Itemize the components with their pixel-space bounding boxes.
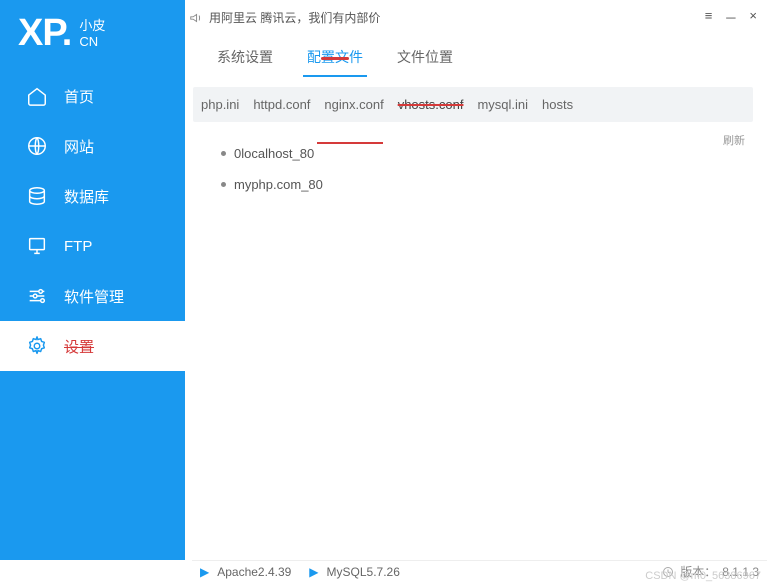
announce-icon xyxy=(189,11,203,25)
home-icon xyxy=(26,85,48,107)
refresh-button[interactable]: 刷新 xyxy=(723,132,745,148)
sliders-icon xyxy=(26,285,48,307)
sidebar-item-settings[interactable]: 设置 xyxy=(0,321,185,371)
config-file-tabs: php.ini httpd.conf nginx.conf vhosts.con… xyxy=(193,87,753,122)
play-icon: ▶ xyxy=(309,565,318,579)
sidebar-item-label: 网站 xyxy=(64,136,94,157)
gear-icon xyxy=(26,335,48,357)
list-item[interactable]: myphp.com_80 xyxy=(221,169,749,200)
window-controls: ≡ － × xyxy=(705,8,757,27)
tab-file-location[interactable]: 文件位置 xyxy=(397,47,453,77)
subtab-php-ini[interactable]: php.ini xyxy=(201,97,239,112)
subtab-vhosts-conf[interactable]: vhosts.conf xyxy=(398,97,464,112)
list-item[interactable]: 0localhost_80 xyxy=(221,138,749,169)
main-tabs: 系统设置 配置文件 文件位置 xyxy=(185,35,767,77)
watermark: CSDN @m0_56386967 xyxy=(645,570,761,582)
logo-text: XP. xyxy=(18,12,71,55)
sidebar-item-home[interactable]: 首页 xyxy=(0,71,185,121)
status-mysql[interactable]: ▶ MySQL5.7.26 xyxy=(309,565,400,579)
play-icon: ▶ xyxy=(200,565,209,579)
sidebar-item-label: 设置 xyxy=(64,336,94,357)
annotation-line xyxy=(317,142,383,144)
bullet-icon xyxy=(221,182,226,187)
minimize-button[interactable]: － xyxy=(724,8,737,27)
subtab-mysql-ini[interactable]: mysql.ini xyxy=(477,97,528,112)
logo-sub: 小皮 CN xyxy=(79,18,105,50)
status-apache[interactable]: ▶ Apache2.4.39 xyxy=(200,565,291,579)
sidebar-nav: 首页 网站 数据库 FTP xyxy=(0,71,185,371)
globe-icon xyxy=(26,135,48,157)
subtab-nginx-conf[interactable]: nginx.conf xyxy=(324,97,383,112)
sidebar-item-label: 软件管理 xyxy=(64,286,124,307)
tab-system-settings[interactable]: 系统设置 xyxy=(217,47,273,77)
sidebar-item-ftp[interactable]: FTP xyxy=(0,221,185,271)
close-button[interactable]: × xyxy=(749,8,757,27)
sidebar-item-label: 首页 xyxy=(64,86,94,107)
sidebar-item-label: 数据库 xyxy=(64,186,109,207)
sidebar-item-label: FTP xyxy=(64,238,92,255)
subtab-httpd-conf[interactable]: httpd.conf xyxy=(253,97,310,112)
announce-text[interactable]: 用阿里云 腾讯云，我们有内部价 xyxy=(209,9,380,26)
bullet-icon xyxy=(221,151,226,156)
host-label: myphp.com_80 xyxy=(234,177,323,192)
titlebar: 用阿里云 腾讯云，我们有内部价 ≡ － × xyxy=(185,0,767,35)
sidebar-item-web[interactable]: 网站 xyxy=(0,121,185,171)
vhost-list: 0localhost_80 myphp.com_80 xyxy=(185,122,767,200)
menu-button[interactable]: ≡ xyxy=(705,8,713,27)
main-panel: 用阿里云 腾讯云，我们有内部价 ≡ － × 系统设置 配置文件 文件位置 php… xyxy=(185,0,767,582)
database-icon xyxy=(26,185,48,207)
subtab-hosts[interactable]: hosts xyxy=(542,97,573,112)
ftp-icon xyxy=(26,235,48,257)
sidebar-item-software[interactable]: 软件管理 xyxy=(0,271,185,321)
sidebar-item-database[interactable]: 数据库 xyxy=(0,171,185,221)
logo: XP. 小皮 CN xyxy=(0,0,185,71)
host-label: 0localhost_80 xyxy=(234,146,314,161)
tab-config-files[interactable]: 配置文件 xyxy=(307,47,363,77)
sidebar: XP. 小皮 CN 首页 网站 xyxy=(0,0,185,560)
